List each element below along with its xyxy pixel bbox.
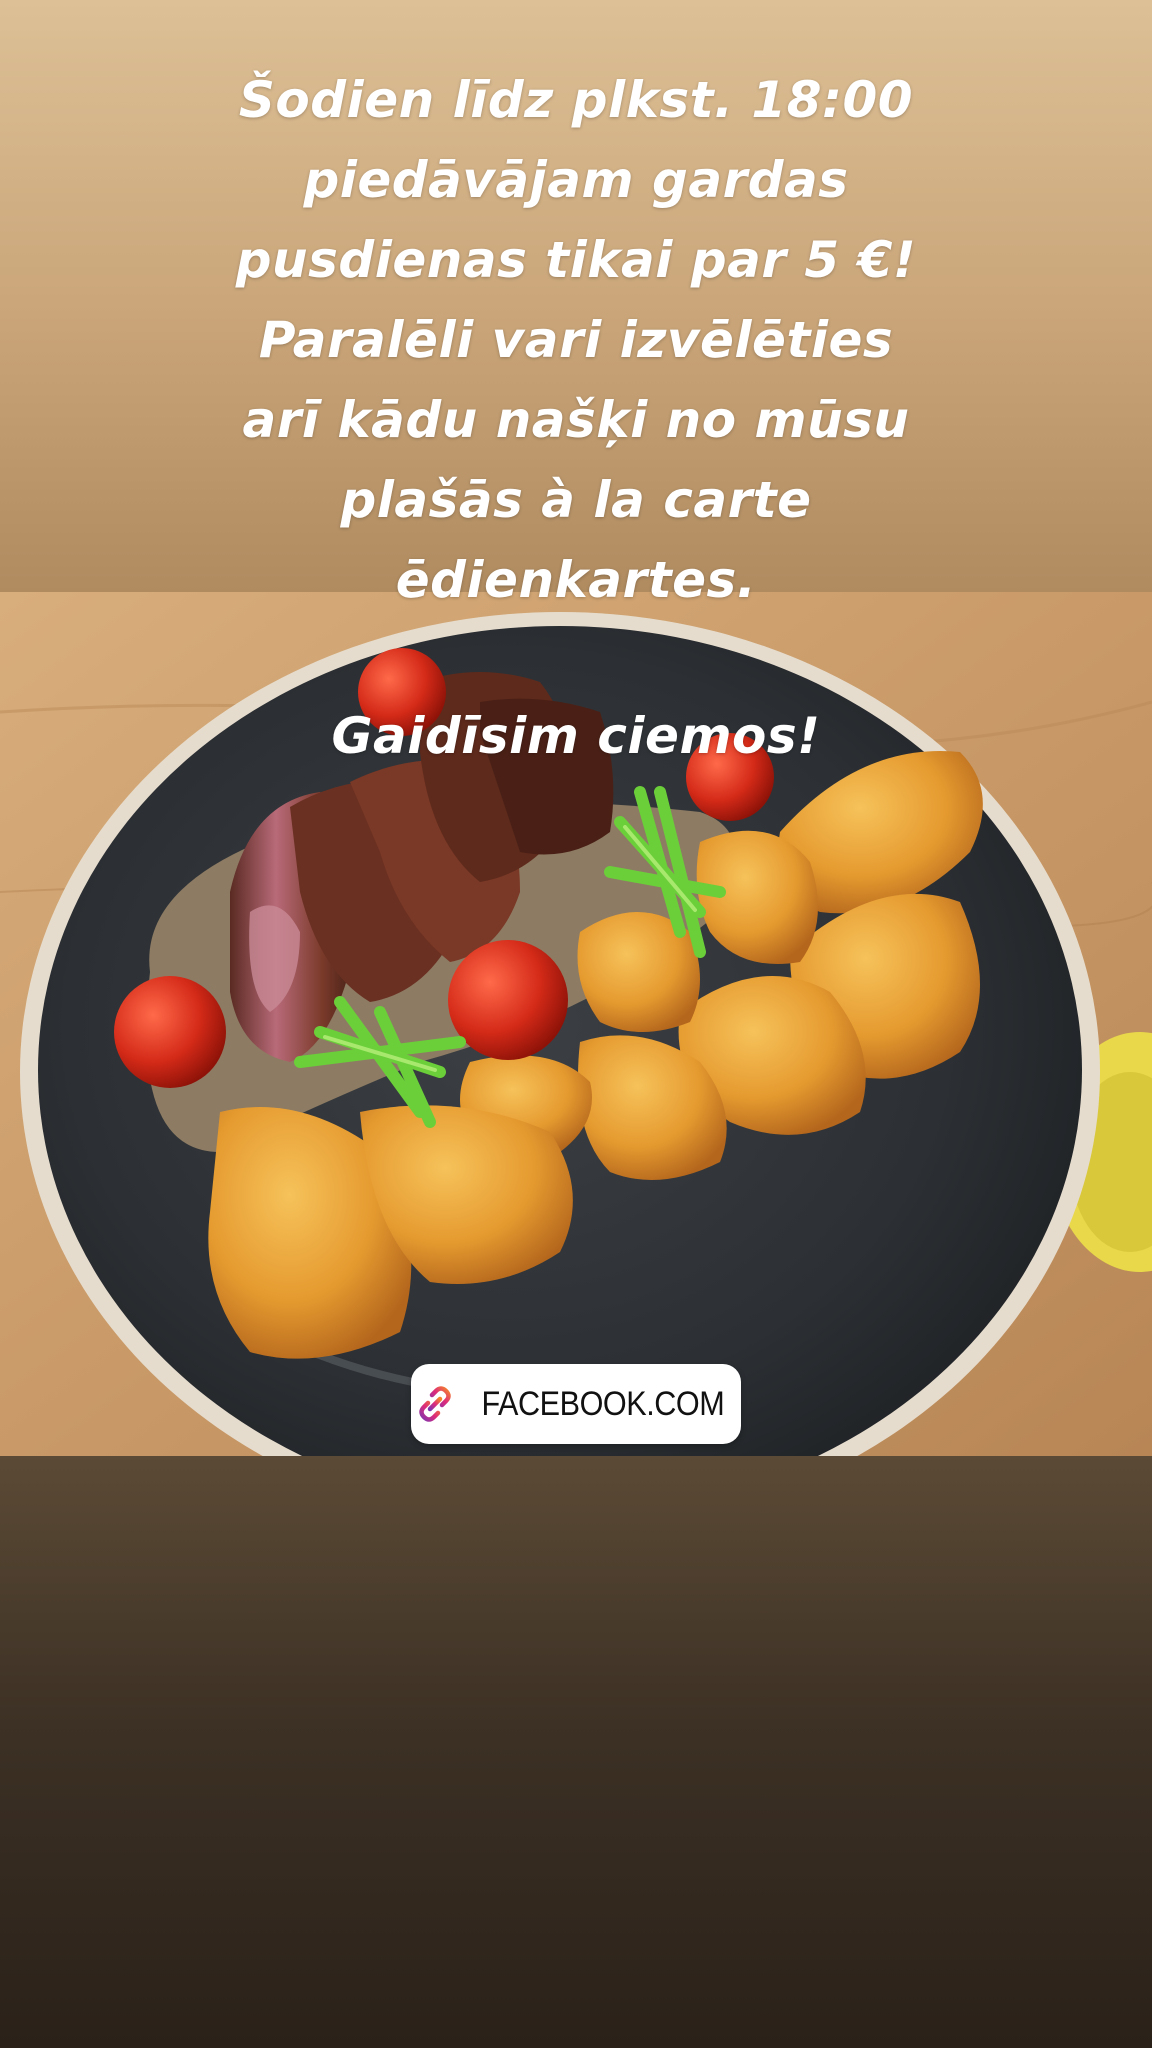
story-bottom-background [0,1456,1152,2048]
facebook-link-sticker[interactable]: FACEBOOK.COM [411,1364,741,1444]
link-sticker-label: FACEBOOK.COM [481,1384,725,1423]
story-caption-welcome: Gaidīsim ciemos! [331,707,821,765]
link-chain-icon [414,1383,456,1425]
story-caption-offer: Šodien līdz plkst. 18:00 piedāvājam gard… [235,71,917,609]
